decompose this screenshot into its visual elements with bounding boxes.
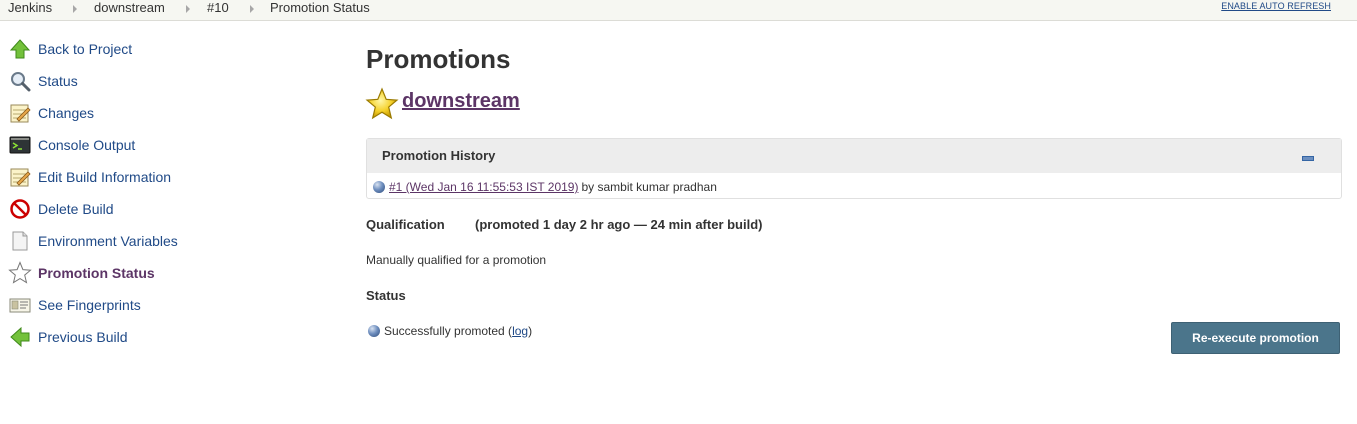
sidebar-item-label[interactable]: Delete Build (38, 201, 114, 217)
qualification-info: (promoted 1 day 2 hr ago — 24 min after … (475, 217, 763, 232)
breadcrumb-build-10[interactable]: #10 (207, 0, 229, 20)
breadcrumb-bar: Jenkins downstream #10 Promotion Status … (0, 0, 1357, 21)
sidebar-item-edit-build-information[interactable]: Edit Build Information (8, 164, 308, 190)
sidebar-item-changes[interactable]: Changes (8, 100, 308, 126)
enable-auto-refresh-link[interactable]: ENABLE AUTO REFRESH (1221, 1, 1331, 11)
star-outline-icon (8, 261, 32, 285)
fingerprint-card-icon (8, 293, 32, 317)
sidebar-item-label[interactable]: Edit Build Information (38, 169, 171, 185)
promotion-history-title: Promotion History (382, 148, 496, 163)
promotion-history-panel: Promotion History #1 (Wed Jan 16 11:55:5… (366, 138, 1342, 199)
sidebar-item-label[interactable]: Status (38, 73, 78, 89)
promotion-history-entry: #1 (Wed Jan 16 11:55:53 IST 2019) by sam… (373, 179, 717, 195)
document-icon (8, 229, 32, 253)
promotion-process-link[interactable]: downstream (402, 90, 520, 113)
promotion-user: by sambit kumar pradhan (581, 180, 717, 194)
promotion-build-link[interactable]: #1 (Wed Jan 16 11:55:53 IST 2019) (389, 180, 578, 194)
status-text-close: ) (528, 324, 533, 338)
sidebar-item-back-to-project[interactable]: Back to Project (8, 36, 308, 62)
sidebar-item-status[interactable]: Status (8, 68, 308, 94)
blue-ball-icon (368, 325, 380, 337)
page-title: Promotions (366, 44, 511, 74)
sidebar-item-label[interactable]: Back to Project (38, 41, 132, 57)
magnifier-icon (8, 69, 32, 93)
blue-ball-icon (373, 181, 385, 193)
sidebar-item-see-fingerprints[interactable]: See Fingerprints (8, 292, 308, 318)
sidebar-item-label[interactable]: Changes (38, 105, 94, 121)
status-heading: Status (366, 288, 406, 303)
sidebar-item-previous-build[interactable]: Previous Build (8, 324, 308, 350)
status-text: Successfully promoted ( (384, 324, 513, 338)
up-arrow-icon (8, 37, 32, 61)
sidebar-item-label[interactable]: Console Output (38, 137, 135, 153)
breadcrumb-promotion-status[interactable]: Promotion Status (270, 0, 370, 20)
sidebar-item-console-output[interactable]: Console Output (8, 132, 308, 158)
breadcrumb-downstream[interactable]: downstream (94, 0, 165, 20)
sidebar-item-label[interactable]: Environment Variables (38, 233, 178, 249)
notepad-pencil-icon (8, 165, 32, 189)
breadcrumb-separator-icon[interactable] (73, 5, 77, 13)
promotion-history-header: Promotion History (367, 139, 1341, 173)
sidebar-item-label[interactable]: Previous Build (38, 329, 128, 345)
collapse-icon[interactable] (1302, 156, 1314, 161)
qualification-description: Manually qualified for a promotion (366, 253, 547, 267)
terminal-icon (8, 133, 32, 157)
log-link[interactable]: log (512, 324, 528, 338)
gold-star-icon (365, 87, 399, 121)
breadcrumb-separator-icon[interactable] (250, 5, 254, 13)
left-arrow-icon (8, 325, 32, 349)
re-execute-promotion-button[interactable]: Re-execute promotion (1171, 322, 1340, 354)
breadcrumb-separator-icon[interactable] (186, 5, 190, 13)
sidebar-item-delete-build[interactable]: Delete Build (8, 196, 308, 222)
notepad-icon (8, 101, 32, 125)
sidebar-item-label[interactable]: See Fingerprints (38, 297, 141, 313)
breadcrumb-jenkins[interactable]: Jenkins (8, 0, 52, 20)
sidebar-item-environment-variables[interactable]: Environment Variables (8, 228, 308, 254)
sidebar-item-label[interactable]: Promotion Status (38, 265, 155, 281)
no-entry-icon (8, 197, 32, 221)
status-line: Successfully promoted ( log ) (368, 323, 532, 339)
sidebar-item-promotion-status[interactable]: Promotion Status (8, 260, 308, 286)
qualification-label: Qualification (366, 217, 445, 232)
